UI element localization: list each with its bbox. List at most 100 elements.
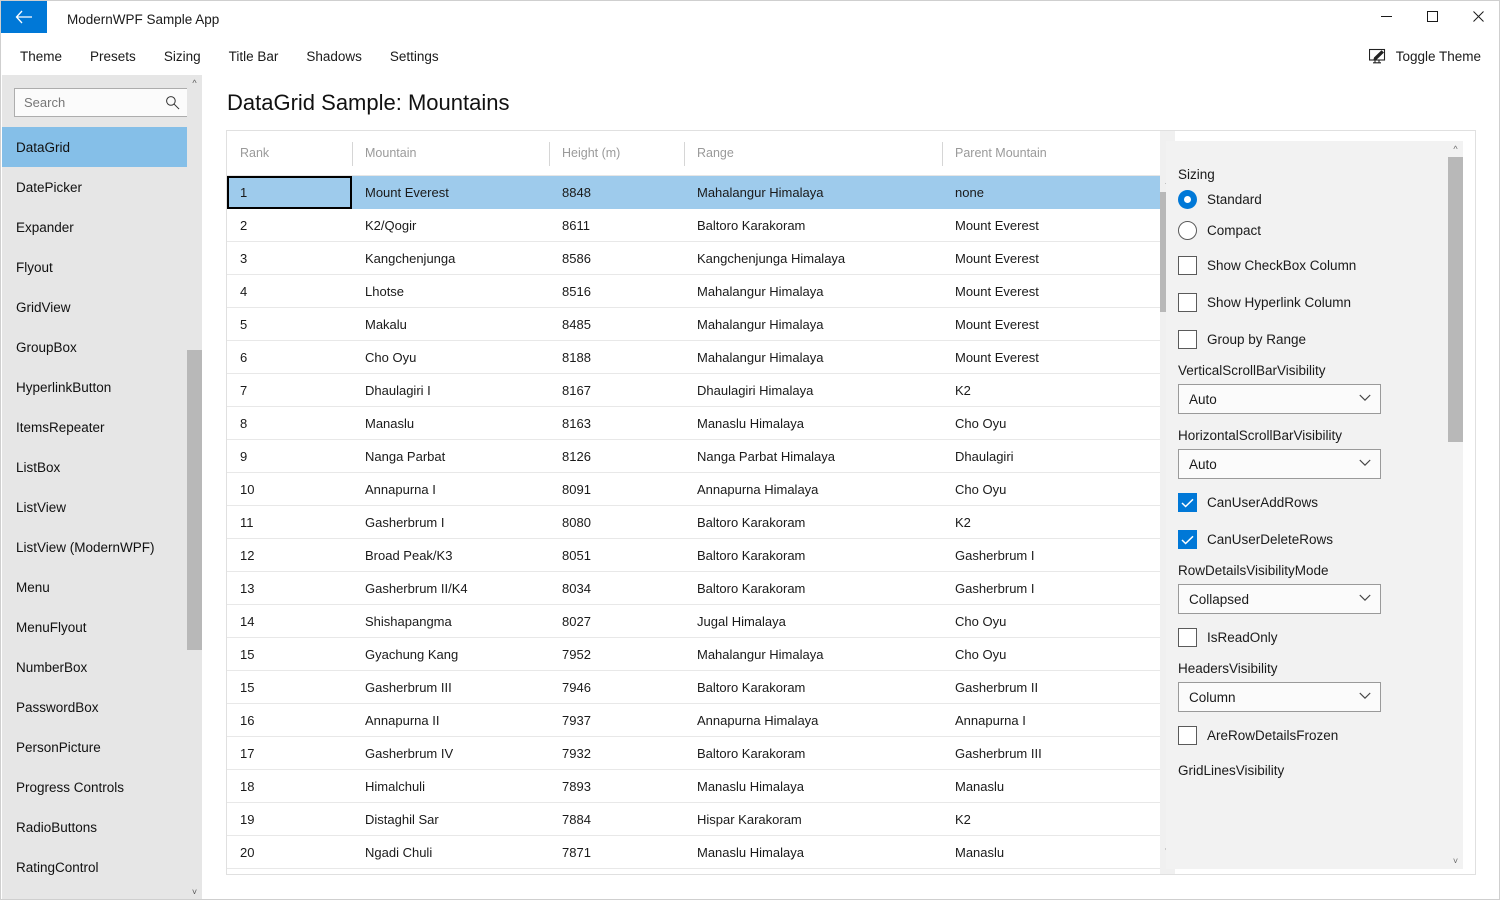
table-cell-name[interactable]: Gasherbrum II/K4 bbox=[352, 572, 549, 605]
table-cell-height[interactable]: 8027 bbox=[549, 605, 684, 638]
checkbox-is-read-only[interactable]: IsReadOnly bbox=[1178, 628, 1447, 647]
table-cell-rank[interactable]: 2 bbox=[227, 209, 352, 242]
table-cell-range[interactable]: Nanga Parbat Himalaya bbox=[684, 440, 942, 473]
checkbox-can-user-delete-rows-indicator[interactable] bbox=[1178, 530, 1197, 549]
menu-item-title-bar[interactable]: Title Bar bbox=[215, 43, 293, 70]
table-cell-parent[interactable]: K2 bbox=[942, 803, 1132, 836]
table-cell-height[interactable]: 7893 bbox=[549, 770, 684, 803]
table-row[interactable]: 18Himalchuli7893Manaslu HimalayaManaslu bbox=[227, 770, 1160, 803]
table-cell-parent[interactable]: Manaslu bbox=[942, 836, 1132, 869]
sidebar-item-radiobuttons[interactable]: RadioButtons bbox=[2, 807, 202, 847]
table-cell-name[interactable]: Nanga Parbat bbox=[352, 440, 549, 473]
table-cell-parent[interactable]: Gasherbrum I bbox=[942, 572, 1132, 605]
sidebar-item-itemsrepeater[interactable]: ItemsRepeater bbox=[2, 407, 202, 447]
table-cell-height[interactable]: 8516 bbox=[549, 275, 684, 308]
column-header-rank[interactable]: Rank bbox=[227, 131, 352, 176]
checkbox-are-row-details-frozen[interactable]: AreRowDetailsFrozen bbox=[1178, 726, 1447, 745]
sidebar-item-groupbox[interactable]: GroupBox bbox=[2, 327, 202, 367]
table-cell-height[interactable]: 8163 bbox=[549, 407, 684, 440]
sidebar-item-menuflyout[interactable]: MenuFlyout bbox=[2, 607, 202, 647]
table-cell-name[interactable]: Broad Peak/K3 bbox=[352, 539, 549, 572]
column-header-mountain[interactable]: Mountain bbox=[352, 131, 549, 176]
table-cell-height[interactable]: 8051 bbox=[549, 539, 684, 572]
table-cell-range[interactable]: Mahalangur Himalaya bbox=[684, 341, 942, 374]
maximize-button[interactable] bbox=[1409, 1, 1455, 31]
table-cell-name[interactable]: Annapurna I bbox=[352, 473, 549, 506]
table-row[interactable]: 14Shishapangma8027Jugal HimalayaCho Oyu bbox=[227, 605, 1160, 638]
table-row[interactable]: 10Annapurna I8091Annapurna HimalayaCho O… bbox=[227, 473, 1160, 506]
table-cell-height[interactable]: 8126 bbox=[549, 440, 684, 473]
table-row[interactable]: 12Broad Peak/K38051Baltoro KarakoramGash… bbox=[227, 539, 1160, 572]
column-header-range[interactable]: Range bbox=[684, 131, 942, 176]
sidebar-item-passwordbox[interactable]: PasswordBox bbox=[2, 687, 202, 727]
table-cell-parent[interactable]: Cho Oyu bbox=[942, 638, 1132, 671]
table-cell-name[interactable]: Cho Oyu bbox=[352, 341, 549, 374]
table-cell-range[interactable]: Baltoro Karakoram bbox=[684, 572, 942, 605]
table-cell-range[interactable]: Dhaulagiri Himalaya bbox=[684, 374, 942, 407]
radio-standard[interactable]: Standard bbox=[1178, 190, 1447, 209]
table-cell-range[interactable]: Hispar Karakoram bbox=[684, 803, 942, 836]
table-cell-range[interactable]: Mahalangur Himalaya bbox=[684, 308, 942, 341]
table-cell-rank[interactable]: 18 bbox=[227, 770, 352, 803]
sidebar-item-expander[interactable]: Expander bbox=[2, 207, 202, 247]
table-cell-name[interactable]: Gyachung Kang bbox=[352, 638, 549, 671]
column-header-height[interactable]: Height (m) bbox=[549, 131, 684, 176]
options-scrollbar[interactable]: ^ ˅ bbox=[1448, 141, 1463, 869]
options-scroll-up-arrow[interactable]: ^ bbox=[1448, 141, 1463, 157]
checkbox-can-user-add-rows-indicator[interactable] bbox=[1178, 493, 1197, 512]
search-icon[interactable] bbox=[165, 95, 180, 110]
table-cell-rank[interactable]: 19 bbox=[227, 803, 352, 836]
vertical-scrollbar-visibility-combo[interactable]: Auto bbox=[1178, 384, 1381, 414]
checkbox-can-user-add-rows[interactable]: CanUserAddRows bbox=[1178, 493, 1447, 512]
table-cell-name[interactable]: Gasherbrum I bbox=[352, 506, 549, 539]
table-row[interactable]: 13Gasherbrum II/K48034Baltoro KarakoramG… bbox=[227, 572, 1160, 605]
table-cell-rank[interactable]: 3 bbox=[227, 242, 352, 275]
table-cell-rank[interactable]: 4 bbox=[227, 275, 352, 308]
sidebar-scroll-thumb[interactable] bbox=[187, 350, 202, 650]
table-cell-parent[interactable]: Annapurna I bbox=[942, 704, 1132, 737]
table-cell-range[interactable]: Manaslu Himalaya bbox=[684, 770, 942, 803]
radio-compact[interactable]: Compact bbox=[1178, 221, 1447, 240]
headers-visibility-combo[interactable]: Column bbox=[1178, 682, 1381, 712]
table-row[interactable]: 15Gasherbrum III7946Baltoro KarakoramGas… bbox=[227, 671, 1160, 704]
checkbox-show-hyperlink-column[interactable]: Show Hyperlink Column bbox=[1178, 293, 1447, 312]
table-cell-height[interactable]: 8611 bbox=[549, 209, 684, 242]
table-cell-range[interactable]: Baltoro Karakoram bbox=[684, 506, 942, 539]
column-header-parent-mountain[interactable]: Parent Mountain bbox=[942, 131, 1132, 176]
table-cell-parent[interactable]: Gasherbrum III bbox=[942, 737, 1132, 770]
sidebar-item-personpicture[interactable]: PersonPicture bbox=[2, 727, 202, 767]
table-row[interactable]: 11Gasherbrum I8080Baltoro KarakoramK2 bbox=[227, 506, 1160, 539]
table-row[interactable]: 3Kangchenjunga8586Kangchenjunga Himalaya… bbox=[227, 242, 1160, 275]
table-cell-name[interactable]: Lhotse bbox=[352, 275, 549, 308]
table-cell-range[interactable]: Mahalangur Himalaya bbox=[684, 638, 942, 671]
table-cell-parent[interactable]: Cho Oyu bbox=[942, 605, 1132, 638]
menu-item-theme[interactable]: Theme bbox=[6, 43, 76, 70]
table-cell-height[interactable]: 8586 bbox=[549, 242, 684, 275]
table-cell-parent[interactable]: Mount Everest bbox=[942, 308, 1132, 341]
table-row[interactable]: 15Gyachung Kang7952Mahalangur HimalayaCh… bbox=[227, 638, 1160, 671]
sidebar-item-ratingcontrol[interactable]: RatingControl bbox=[2, 847, 202, 887]
table-row[interactable]: 16Annapurna II7937Annapurna HimalayaAnna… bbox=[227, 704, 1160, 737]
table-row[interactable]: 7Dhaulagiri I8167Dhaulagiri HimalayaK2 bbox=[227, 374, 1160, 407]
menu-item-shadows[interactable]: Shadows bbox=[292, 43, 376, 70]
table-row[interactable]: 5Makalu8485Mahalangur HimalayaMount Ever… bbox=[227, 308, 1160, 341]
sidebar-scroll-down-arrow[interactable]: ˅ bbox=[187, 884, 202, 900]
checkbox-group-by-range-indicator[interactable] bbox=[1178, 330, 1197, 349]
table-cell-rank[interactable]: 15 bbox=[227, 671, 352, 704]
table-cell-parent[interactable]: Mount Everest bbox=[942, 341, 1132, 374]
row-details-visibility-mode-combo[interactable]: Collapsed bbox=[1178, 584, 1381, 614]
table-row[interactable]: 19Distaghil Sar7884Hispar KarakoramK2 bbox=[227, 803, 1160, 836]
table-cell-height[interactable]: 7937 bbox=[549, 704, 684, 737]
table-cell-rank[interactable]: 5 bbox=[227, 308, 352, 341]
checkbox-is-read-only-indicator[interactable] bbox=[1178, 628, 1197, 647]
table-cell-height[interactable]: 7946 bbox=[549, 671, 684, 704]
toggle-theme-button[interactable]: Toggle Theme bbox=[1363, 45, 1487, 68]
table-cell-range[interactable]: Annapurna Himalaya bbox=[684, 473, 942, 506]
table-cell-rank[interactable]: 16 bbox=[227, 704, 352, 737]
table-cell-height[interactable]: 8091 bbox=[549, 473, 684, 506]
table-cell-rank[interactable]: 14 bbox=[227, 605, 352, 638]
table-cell-parent[interactable]: K2 bbox=[942, 506, 1132, 539]
table-row[interactable]: 9Nanga Parbat8126Nanga Parbat HimalayaDh… bbox=[227, 440, 1160, 473]
table-row[interactable]: 2K2/Qogir8611Baltoro KarakoramMount Ever… bbox=[227, 209, 1160, 242]
table-cell-height[interactable]: 8167 bbox=[549, 374, 684, 407]
